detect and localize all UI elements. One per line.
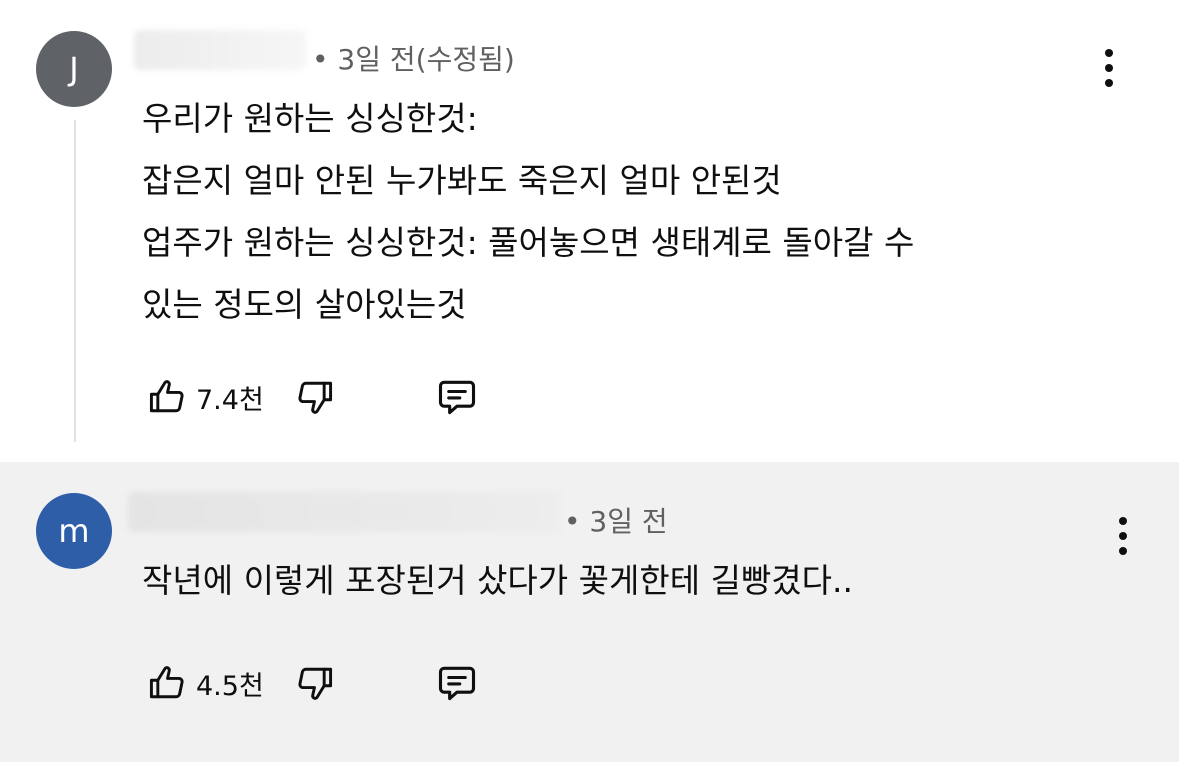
more-vert-icon-dot (1119, 532, 1127, 540)
more-options-button[interactable] (1094, 43, 1124, 93)
more-vert-icon-dot (1119, 547, 1127, 555)
dislike-button[interactable] (290, 658, 340, 708)
comment-text: 작년에 이렇게 포장된거 샀다가 꽃게한테 길빵겼다.. (142, 550, 853, 612)
comment-timestamp: • 3일 전(수정됨) (312, 43, 515, 76)
comment-item: m • 3일 전 작년에 이렇게 포장된거 샀다가 꽃게한테 길빵겼다.. 4.… (0, 462, 1179, 762)
avatar-letter: m (58, 512, 90, 550)
comment-item: J • 3일 전(수정됨) 우리가 원하는 싱싱한것: 잡은지 얼마 안된 누가… (0, 0, 1179, 462)
thumb-down-icon (298, 381, 332, 414)
dislike-button[interactable] (290, 372, 340, 422)
comment-timestamp: • 3일 전 (564, 505, 668, 538)
comment-text: 우리가 원하는 싱싱한것: 잡은지 얼마 안된 누가봐도 죽은지 얼마 안된것 … (142, 88, 914, 336)
comment-reply-icon (438, 666, 475, 701)
reply-button[interactable] (432, 658, 482, 708)
author-name-redacted[interactable] (128, 492, 560, 532)
like-count: 4.5천 (196, 670, 264, 702)
bottom-strip (0, 762, 1179, 778)
reply-button[interactable] (432, 372, 482, 422)
comment-reply-icon (438, 380, 475, 415)
thread-line (74, 120, 76, 442)
more-vert-icon-dot (1105, 49, 1113, 57)
avatar[interactable]: m (36, 493, 112, 569)
thumb-down-icon (298, 667, 332, 700)
comment-text-line: 잡은지 얼마 안된 누가봐도 죽은지 얼마 안된것 (142, 161, 782, 200)
comment-text-line: 우리가 원하는 싱싱한것: (142, 99, 478, 138)
thumb-up-icon (149, 666, 184, 699)
comment-text-line: 있는 정도의 살아있는것 (142, 285, 467, 324)
comment-text-line: 작년에 이렇게 포장된거 샀다가 꽃게한테 길빵겼다.. (142, 561, 853, 600)
avatar-letter: J (69, 50, 79, 88)
more-vert-icon-dot (1105, 79, 1113, 87)
avatar[interactable]: J (36, 31, 112, 107)
comment-actions: 4.5천 (142, 658, 482, 708)
more-vert-icon-dot (1119, 517, 1127, 525)
comment-text-line: 업주가 원하는 싱싱한것: 풀어놓으면 생태계로 돌아갈 수 (142, 223, 915, 262)
like-button[interactable] (142, 658, 192, 708)
more-vert-icon-dot (1105, 64, 1113, 72)
author-name-redacted[interactable] (134, 30, 306, 70)
comment-actions: 7.4천 (142, 372, 482, 422)
like-button[interactable] (142, 372, 192, 422)
like-count: 7.4천 (196, 384, 264, 416)
more-options-button[interactable] (1108, 511, 1138, 561)
thumb-up-icon (149, 380, 184, 413)
